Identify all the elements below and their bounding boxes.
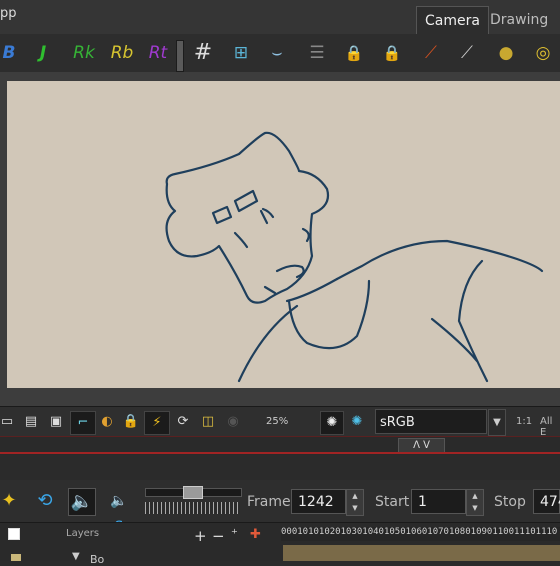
drawing-canvas[interactable]: [7, 81, 560, 388]
bell-icon[interactable]: ●: [495, 42, 517, 64]
view-toolbar: ▭ ▤ ▣ ⌐ ◐ 🔒 ⚡ ⟳ ◫ ◉ 25% ✺ ✺ sRGB ▼ 1:1 A…: [0, 406, 560, 438]
timeline-panel: Layers + − ⁺ ✚ 0001010102010301040105010…: [0, 522, 560, 566]
emblem-icon[interactable]: ◎: [532, 42, 554, 64]
toolbar-handle[interactable]: [176, 40, 184, 72]
loop-icon[interactable]: ⟲: [32, 488, 58, 514]
field-guide-icon[interactable]: ▣: [45, 411, 67, 433]
safe-area-icon[interactable]: ▤: [20, 411, 42, 433]
crop-icon[interactable]: ⌐: [70, 411, 96, 435]
remove-layer-icon[interactable]: −: [212, 527, 225, 545]
ruler-icon[interactable]: ⟋: [456, 42, 478, 64]
timeline-track[interactable]: [283, 545, 560, 561]
j-icon[interactable]: J: [32, 42, 54, 64]
rotate-view-icon[interactable]: ⟳: [172, 411, 194, 433]
all-label: All E: [540, 416, 553, 438]
stop-field[interactable]: 4745: [533, 489, 560, 514]
frame-view-icon[interactable]: ▭: [0, 411, 18, 433]
sparkle-icon[interactable]: ✦: [0, 488, 22, 514]
toolbar: B J Rk Rb Rt # ⊞ ⌣ ☰ 🔒 🔒 ⟋ ⟋ ● ◎: [0, 34, 560, 73]
preview-gear-icon[interactable]: ✺: [320, 411, 344, 435]
frame-label: Frame: [247, 494, 291, 510]
lock-icon[interactable]: 🔒: [343, 42, 365, 64]
start-label: Start: [375, 494, 410, 510]
playback-toolbar: ✦ ⟲ 🔈 🔈S Frame 1242 ▲▼ Start 1 ▲▼ Stop 4…: [0, 480, 560, 535]
zoom-level[interactable]: 25%: [266, 416, 288, 427]
tab-camera[interactable]: Camera: [416, 6, 489, 35]
onion-skin-icon[interactable]: ⌣: [266, 42, 288, 64]
chevron-down-icon[interactable]: ▼: [488, 409, 506, 436]
camera-view[interactable]: [0, 72, 560, 406]
layers-label: Layers: [66, 528, 100, 539]
render-icon[interactable]: ◉: [222, 411, 244, 433]
app-title: pp: [0, 6, 17, 21]
camera-snap-icon[interactable]: ◫: [197, 411, 219, 433]
rk-icon[interactable]: Rk: [70, 42, 98, 64]
add-peg-icon[interactable]: ✚: [250, 527, 261, 542]
pencil-ruler-icon[interactable]: ⟋: [420, 42, 442, 64]
start-stepper[interactable]: ▲ ▼: [466, 489, 484, 516]
colorspace-select[interactable]: sRGB: [375, 409, 487, 434]
sound-scrub-icon[interactable]: 🔈S: [106, 488, 132, 535]
frame-stepper[interactable]: ▲ ▼: [346, 489, 364, 516]
viewlock-icon[interactable]: 🔒: [121, 411, 141, 433]
rb-icon[interactable]: Rb: [108, 42, 136, 64]
tab-drawing[interactable]: Drawing: [482, 6, 556, 34]
b-icon[interactable]: B: [0, 42, 20, 64]
grid-icon[interactable]: #: [192, 42, 214, 64]
expand-triangle-icon[interactable]: ▼: [72, 551, 80, 562]
panel-border: [0, 452, 560, 454]
camera-frame-icon[interactable]: ⊞: [230, 42, 252, 64]
light-table-icon[interactable]: ☰: [306, 42, 328, 64]
window-titlebar: pp Camera Drawing: [0, 0, 560, 35]
volume-slider-thumb[interactable]: [183, 486, 203, 499]
color-gear-icon[interactable]: ✺: [346, 411, 368, 433]
speed-ruler[interactable]: [145, 502, 240, 514]
frame-field[interactable]: 1242: [291, 489, 346, 514]
start-field[interactable]: 1: [411, 489, 466, 514]
ratio-label: 1:1: [516, 416, 533, 427]
lightning-icon[interactable]: ⚡: [144, 411, 170, 435]
character-drawing: [165, 131, 544, 383]
stop-label: Stop: [494, 494, 526, 510]
add-layer-icon[interactable]: +: [194, 527, 207, 545]
add-drawing-layer-icon[interactable]: ⁺: [231, 527, 238, 542]
select-all-checkbox[interactable]: [8, 528, 20, 540]
rt-icon[interactable]: Rt: [144, 42, 172, 64]
sound-icon[interactable]: 🔈: [68, 488, 96, 516]
frame-numbers: 0001010102010301040105010601070108010901…: [281, 527, 560, 541]
expand-collapse-buttons[interactable]: ᐱ ᐯ: [398, 438, 445, 453]
onion-icon[interactable]: ◐: [96, 411, 118, 433]
lock-add-icon[interactable]: 🔒: [381, 42, 403, 64]
